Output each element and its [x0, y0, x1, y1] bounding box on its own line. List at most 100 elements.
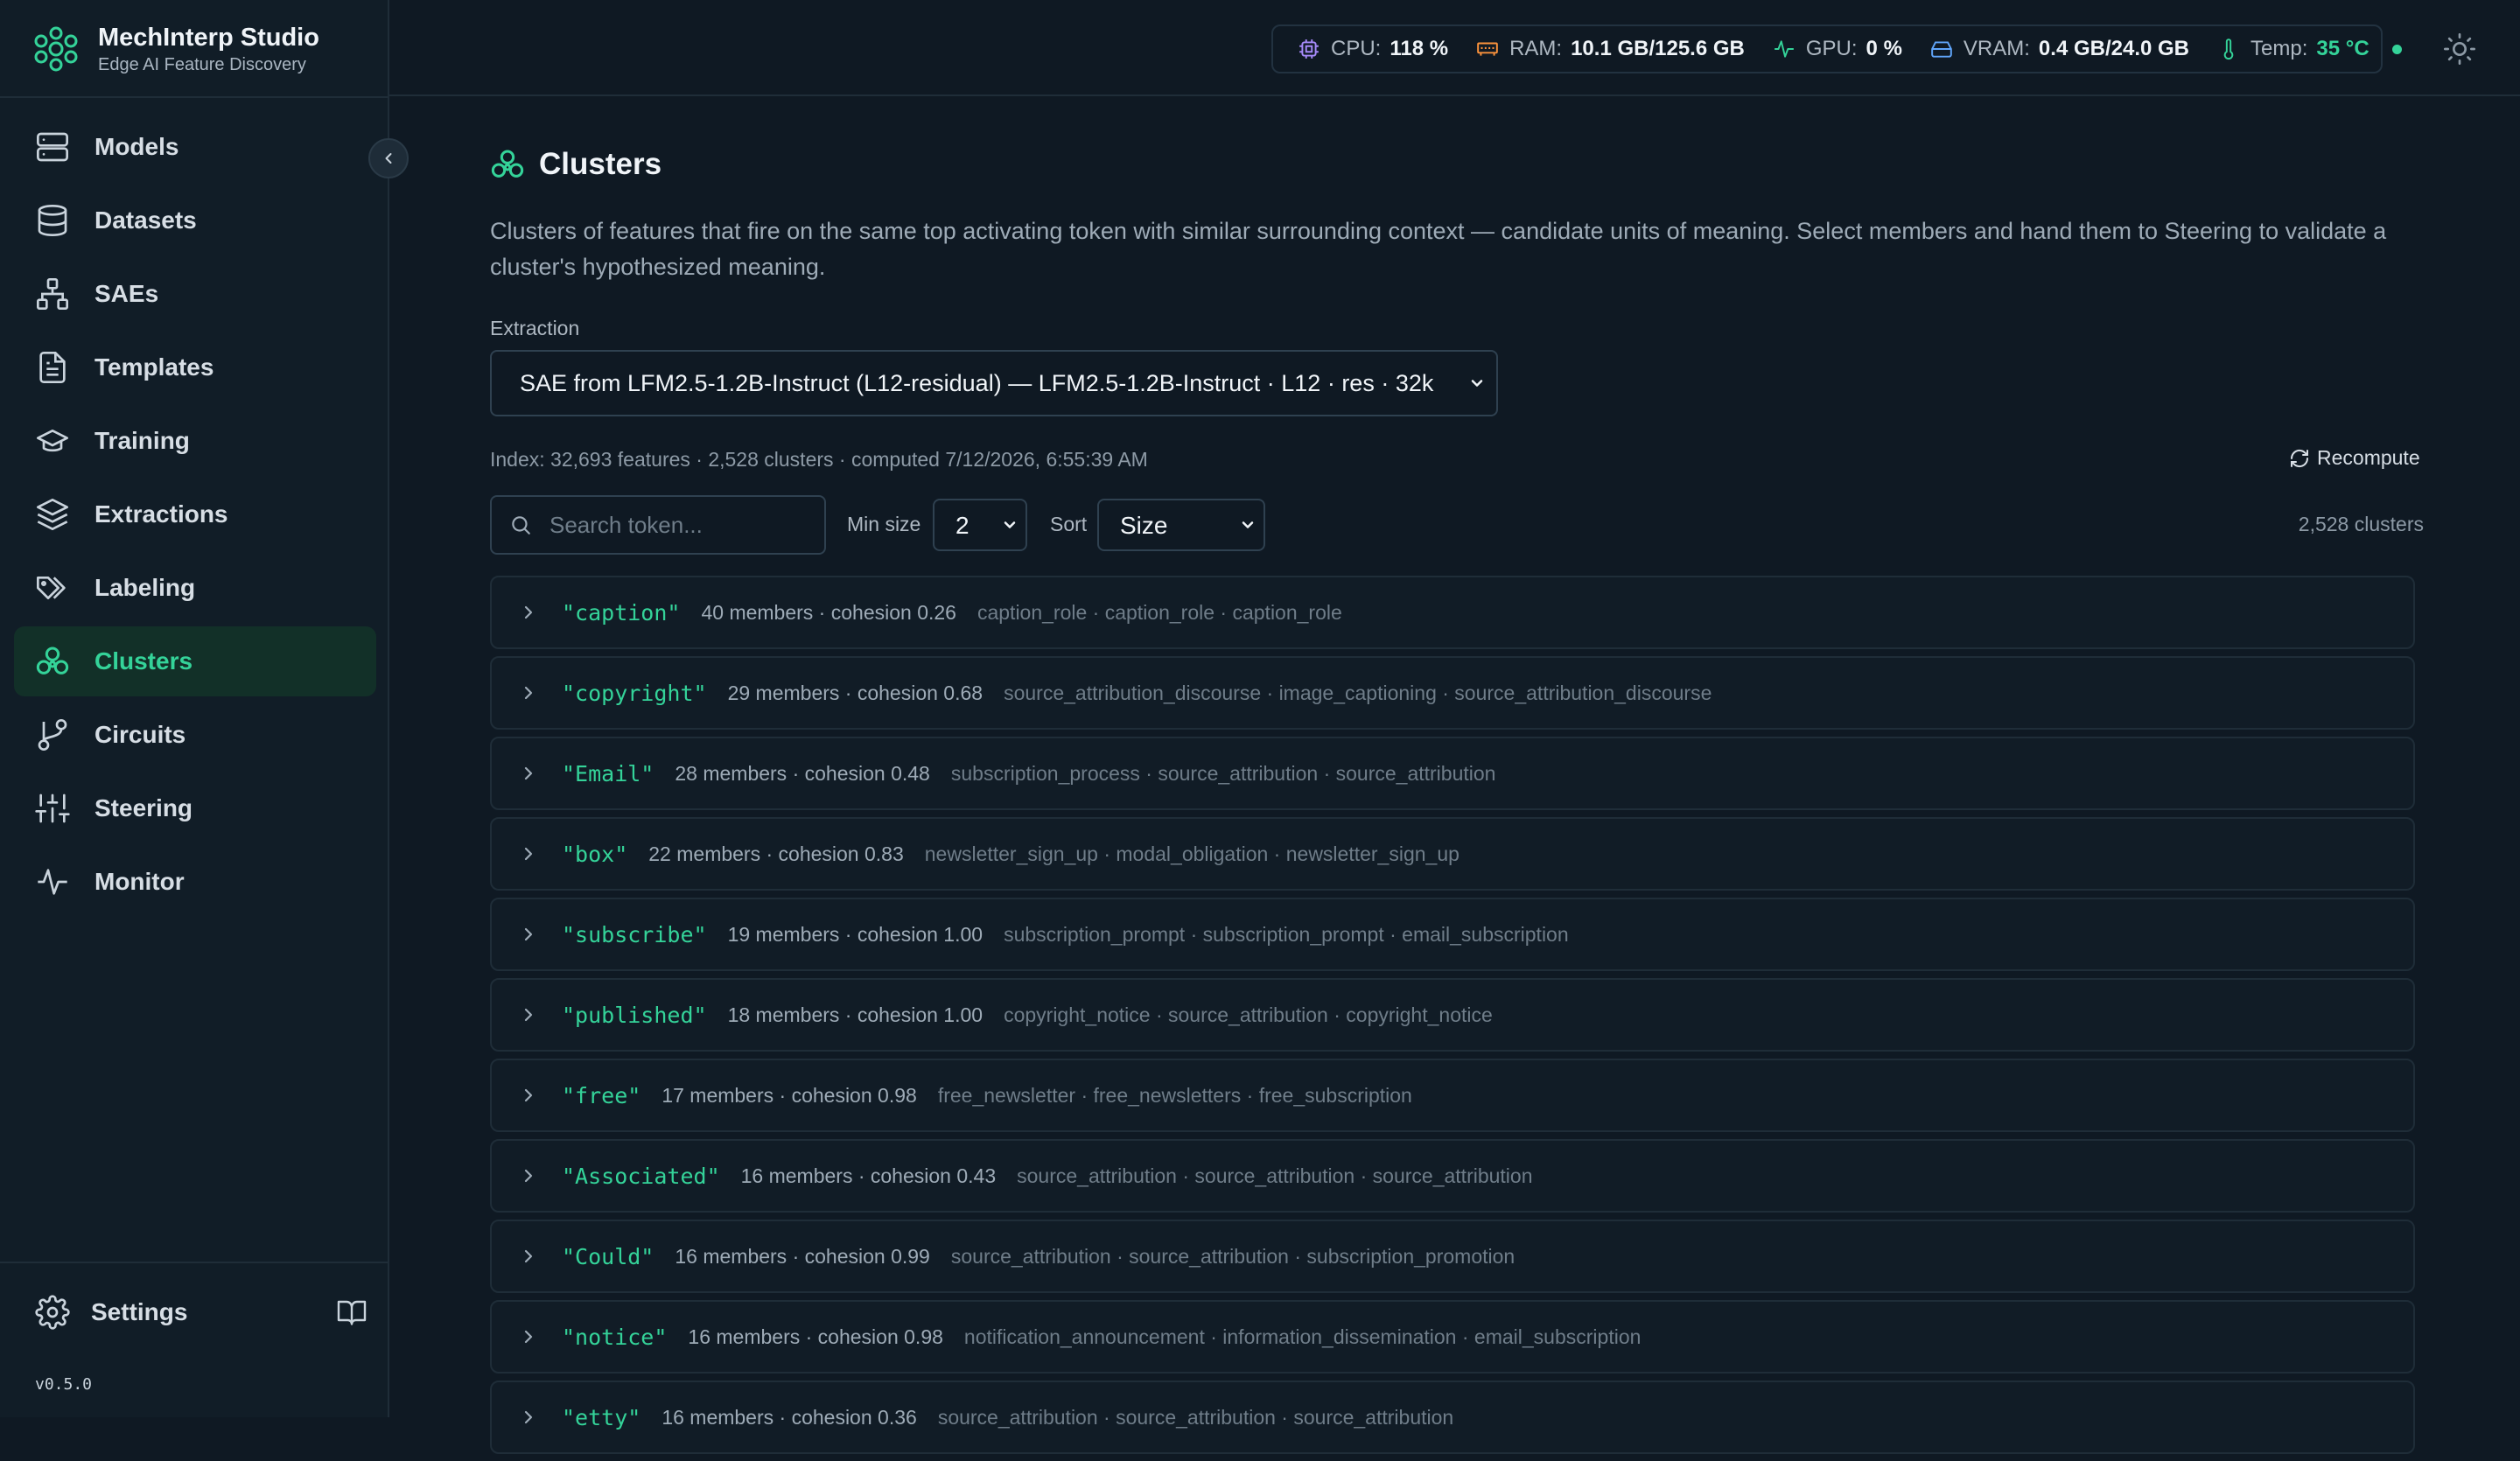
chevron-right-icon[interactable] [518, 1326, 539, 1347]
sidebar-item-label: SAEs [94, 280, 159, 307]
sidebar-divider [0, 96, 389, 98]
hard-drive-icon [1931, 41, 1952, 58]
sidebar-item-label: Clusters [94, 647, 193, 675]
clusters-icon [491, 150, 524, 178]
cluster-row[interactable]: "etty" 16 members · cohesion 0.36 source… [490, 1381, 2415, 1454]
brand-subtitle: Edge AI Feature Discovery [98, 55, 306, 74]
sort-label: Sort [1050, 513, 1088, 535]
gear-icon [35, 1295, 70, 1330]
cluster-meta: 40 members · cohesion 0.26 [701, 600, 956, 624]
page-header: Clusters [490, 147, 662, 182]
chevron-right-icon[interactable] [518, 1004, 539, 1025]
sidebar-item-saes[interactable]: SAEs [14, 259, 376, 329]
cluster-meta: 29 members · cohesion 0.68 [727, 681, 984, 704]
cluster-labels: source_attribution_discourse · image_cap… [1004, 681, 1712, 704]
sidebar-nav: Models Datasets SAEs Templates Training … [14, 112, 376, 920]
chevron-right-icon[interactable] [518, 602, 539, 623]
sidebar-item-steering[interactable]: Steering [14, 773, 376, 843]
sidebar-item-datasets[interactable]: Datasets [14, 185, 376, 255]
cluster-row[interactable]: "copyright" 29 members · cohesion 0.68 s… [490, 656, 2415, 730]
chevron-right-icon[interactable] [518, 763, 539, 784]
version-label: v0.5.0 [35, 1375, 93, 1394]
sidebar-item-training[interactable]: Training [14, 406, 376, 476]
sidebar-item-circuits[interactable]: Circuits [14, 700, 376, 770]
ram-value: 10.1 GB/125.6 GB [1571, 37, 1745, 60]
graduation-cap-icon [37, 430, 68, 452]
cluster-labels: source_attribution · source_attribution … [950, 1244, 1516, 1268]
chevron-right-icon[interactable] [518, 924, 539, 945]
sidebar-item-templates[interactable]: Templates [14, 332, 376, 402]
cluster-row[interactable]: "caption" 40 members · cohesion 0.26 cap… [490, 576, 2415, 649]
sidebar-item-settings[interactable]: Settings [35, 1286, 368, 1339]
sidebar-item-extractions[interactable]: Extractions [14, 479, 376, 549]
cluster-meta: 18 members · cohesion 1.00 [727, 1003, 984, 1026]
cluster-token: "Email" [562, 760, 654, 786]
search-input[interactable] [548, 510, 814, 540]
refresh-icon [2290, 449, 2309, 467]
ram-label: RAM: [1509, 37, 1563, 60]
sidebar-item-label: Steering [94, 794, 193, 821]
cpu-icon [1299, 39, 1319, 59]
cluster-labels: source_attribution · source_attribution … [937, 1405, 1454, 1429]
cluster-row[interactable]: "free" 17 members · cohesion 0.98 free_n… [490, 1059, 2415, 1132]
sidebar-item-monitor[interactable]: Monitor [14, 847, 376, 917]
sidebar-item-clusters[interactable]: Clusters [14, 626, 376, 696]
temp-label: Temp: [2250, 37, 2308, 60]
cluster-labels: subscription_prompt · subscription_promp… [1004, 922, 1569, 946]
brand-title: MechInterp Studio [98, 24, 319, 52]
gpu-label: GPU: [1805, 37, 1858, 60]
book-open-icon[interactable] [336, 1297, 368, 1328]
cpu-label: CPU: [1331, 37, 1382, 60]
sidebar-item-labeling[interactable]: Labeling [14, 553, 376, 623]
chevron-right-icon[interactable] [518, 1085, 539, 1106]
cluster-labels: source_attribution · source_attribution … [1017, 1164, 1533, 1187]
cluster-row[interactable]: "box" 22 members · cohesion 0.83 newslet… [490, 817, 2415, 891]
thermometer-icon [2223, 38, 2234, 60]
chevron-right-icon[interactable] [518, 1407, 539, 1428]
cluster-token: "caption" [562, 599, 681, 626]
theme-toggle-sun-icon[interactable] [2442, 31, 2477, 66]
cluster-meta: 28 members · cohesion 0.48 [675, 761, 930, 785]
file-text-icon [39, 352, 66, 383]
chevron-right-icon[interactable] [518, 1246, 539, 1267]
cluster-labels: newsletter_sign_up · modal_obligation · … [924, 842, 1460, 865]
search-box[interactable] [490, 495, 826, 555]
cluster-row[interactable]: "Email" 28 members · cohesion 0.48 subsc… [490, 737, 2415, 810]
sort-select[interactable]: Size [1097, 499, 1265, 551]
memory-icon [1477, 42, 1498, 56]
search-icon [512, 516, 530, 535]
cluster-labels: free_newsletter · free_newsletters · fre… [937, 1083, 1412, 1107]
cluster-row[interactable]: "published" 18 members · cohesion 1.00 c… [490, 978, 2415, 1052]
status-dot [2391, 44, 2402, 54]
extraction-label: Extraction [490, 317, 580, 339]
cluster-meta: 17 members · cohesion 0.98 [662, 1083, 917, 1107]
extraction-select[interactable]: SAE from LFM2.5-1.2B-Instruct (L12-resid… [490, 350, 1498, 416]
sidebar: MechInterp Studio Edge AI Feature Discov… [0, 0, 389, 1417]
chevron-right-icon[interactable] [518, 1165, 539, 1186]
chevron-right-icon[interactable] [518, 682, 539, 703]
vram-label: VRAM: [1963, 37, 2030, 60]
min-size-select[interactable]: 2 [933, 499, 1027, 551]
recompute-label: Recompute [2317, 446, 2420, 469]
cluster-token: "box" [562, 841, 628, 867]
cluster-token: "copyright" [562, 680, 707, 706]
brand[interactable]: MechInterp Studio Edge AI Feature Discov… [32, 23, 319, 75]
page-title: Clusters [539, 147, 662, 181]
topbar: CPU: 118 % RAM: 10.1 GB/125.6 GB GPU: 0 … [389, 0, 2520, 96]
activity-icon [1774, 40, 1794, 58]
git-branch-icon [38, 719, 67, 751]
cluster-row[interactable]: "Associated" 16 members · cohesion 0.43 … [490, 1139, 2415, 1213]
cluster-token: "etty" [562, 1404, 641, 1430]
recompute-button[interactable]: Recompute [2289, 446, 2420, 470]
cluster-token: "notice" [562, 1324, 668, 1350]
ram-stat: RAM: 10.1 GB/125.6 GB [1476, 37, 1745, 61]
cluster-row[interactable]: "subscribe" 19 members · cohesion 1.00 s… [490, 898, 2415, 971]
settings-label: Settings [91, 1298, 188, 1325]
sidebar-item-label: Models [94, 133, 179, 160]
chevron-right-icon[interactable] [518, 843, 539, 864]
collapse-sidebar-button[interactable] [368, 138, 409, 178]
sidebar-item-label: Templates [94, 353, 214, 381]
sidebar-item-models[interactable]: Models [14, 112, 376, 182]
cluster-row[interactable]: "notice" 16 members · cohesion 0.98 noti… [490, 1300, 2415, 1374]
cluster-row[interactable]: "Could" 16 members · cohesion 0.99 sourc… [490, 1220, 2415, 1293]
